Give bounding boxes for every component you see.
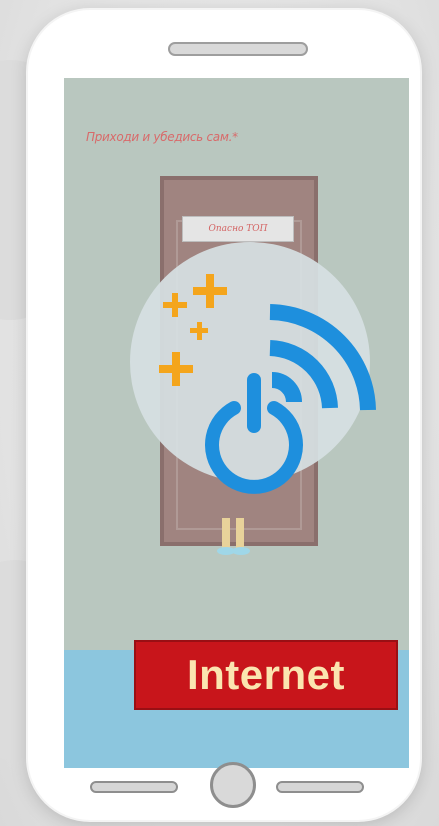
home-button[interactable] [210, 762, 256, 808]
back-button[interactable] [90, 781, 178, 793]
plus-icon [163, 293, 187, 317]
phone-screen: Приходи и убедись сам.* Опасно ТОП Inter… [64, 78, 409, 768]
plus-icon [159, 352, 193, 386]
menu-button[interactable] [276, 781, 364, 793]
phone-speaker [168, 42, 308, 56]
wifi-power-icon-group [159, 274, 376, 494]
screen-top-caption: Приходи и убедись сам.* [86, 130, 238, 144]
plus-icon [190, 322, 208, 340]
wifi-signal-icon [269, 304, 376, 411]
power-icon [205, 373, 303, 494]
background: Приходи и убедись сам.* Опасно ТОП Inter… [0, 0, 439, 826]
plus-icon [193, 274, 227, 308]
person-legs-illustration [217, 518, 250, 555]
internet-badge: Internet [134, 640, 398, 710]
smartphone: Приходи и убедись сам.* Опасно ТОП Inter… [28, 10, 420, 820]
door-sign: Опасно ТОП [182, 216, 294, 242]
